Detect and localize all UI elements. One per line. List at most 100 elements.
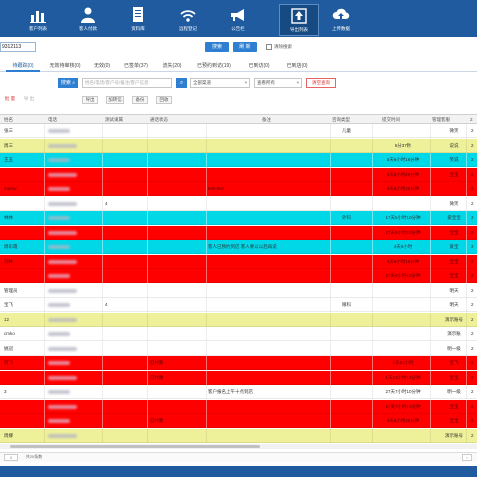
tab-signed[interactable]: 已签单(37) xyxy=(118,60,154,72)
id-search-input[interactable]: 9312113 xyxy=(0,42,36,52)
horizontal-scrollbar[interactable] xyxy=(0,444,477,449)
channel-select[interactable]: 全部渠道 xyxy=(190,78,250,88)
toolbar-item-remote[interactable]: 远程登记 xyxy=(168,4,208,36)
cell-divider xyxy=(330,240,331,254)
toolbar-item-payments[interactable]: 客人付款 xyxy=(68,4,108,36)
wifi-icon xyxy=(180,10,196,22)
table-row[interactable]: 周娜 演示账号 2 xyxy=(0,428,477,443)
phone-redacted xyxy=(48,303,70,307)
tab-lost[interactable]: 流失(20) xyxy=(158,60,186,72)
table-row[interactable]: 4 微笑 2 xyxy=(0,196,477,211)
transfer-button[interactable]: 加转信 xyxy=(106,96,124,104)
table-row[interactable]: 5天6小时26分钟 宝宝 2 xyxy=(0,167,477,182)
cell-divider xyxy=(430,298,431,312)
cell-type xyxy=(342,356,378,370)
export-button[interactable]: 导出 xyxy=(82,96,98,104)
cell-divider xyxy=(44,370,45,385)
cell-divider xyxy=(430,341,431,356)
table-row[interactable]: 张三 儿童 微笑 2 xyxy=(0,124,477,138)
toolbar-item-library[interactable]: 资料库 xyxy=(118,4,158,36)
owner-select[interactable]: 查看所有 xyxy=(254,78,302,88)
search-button[interactable]: 搜索 xyxy=(205,42,229,52)
toolbar-item-export[interactable]: 导出列表 xyxy=(279,4,319,36)
cell-owner: 宝宝 xyxy=(449,258,459,264)
cell-name xyxy=(4,226,44,240)
phone-redacted xyxy=(48,216,70,220)
table-row[interactable]: 17天5小时10分钟 宝宝 2 xyxy=(0,225,477,240)
table-row[interactable]: 周彩霞 客人已预约到店 客人要以以后再说 4天6小时 爱宝 2 xyxy=(0,240,477,254)
page-size-select[interactable]: 1 xyxy=(4,454,18,461)
tab-pending[interactable]: 待跟踪(0) xyxy=(6,60,40,72)
cell-name: 宝飞 xyxy=(4,302,13,307)
table-row[interactable]: mumu test test 5天6小时26分钟 2 xyxy=(0,182,477,196)
table-row[interactable]: 管理员 明天 2 xyxy=(0,283,477,298)
scrollbar-thumb[interactable] xyxy=(10,445,260,448)
pager-arrow-icon[interactable]: › xyxy=(462,454,472,461)
cell-amount xyxy=(105,269,145,283)
table-row[interactable]: 姚冠 明一级 2 xyxy=(0,341,477,356)
toolbar-item-upload-data[interactable]: 上传数据 xyxy=(321,4,361,36)
cell-divider xyxy=(147,356,148,370)
status-tabs: 待跟踪(0) 无效待审核(0) 无效(0) 已签单(37) 流失(20) 已预约… xyxy=(0,60,477,72)
filter-search-button[interactable]: 搜索 ⌕ xyxy=(58,78,78,88)
cell-name: 周娜 xyxy=(4,432,13,438)
table-row[interactable]: cmko 演示账 2 xyxy=(0,327,477,341)
table-row[interactable]: 3 客户报名上午十点到店 27天7小时10分钟 明一级 2 xyxy=(0,385,477,399)
reset-button[interactable]: 清空查询 xyxy=(306,78,336,88)
cell-time xyxy=(376,327,430,341)
table-row[interactable]: 12 演示账号 2 xyxy=(0,312,477,327)
clear-search-checkbox[interactable] xyxy=(266,44,272,50)
search-icon[interactable]: ⌕ xyxy=(176,78,187,88)
bulk-button[interactable]: 批 量 xyxy=(2,96,18,104)
table-row[interactable]: 27天7小时10分钟 宝宝 2 xyxy=(0,399,477,414)
cell-divider xyxy=(44,254,45,269)
cell-divider xyxy=(430,182,431,196)
toolbar-label: 公告栏 xyxy=(231,26,245,31)
tab-visited[interactable]: 已到访(0) xyxy=(242,60,276,72)
refresh-button[interactable]: 刷 新 xyxy=(233,42,257,52)
recycle-button[interactable]: 回收 xyxy=(156,96,172,104)
tab-arrived[interactable]: 已到店(0) xyxy=(280,60,314,72)
backup-button[interactable]: 备份 xyxy=(132,96,148,104)
cell-note xyxy=(208,429,328,443)
export-all-button[interactable]: 导 出 xyxy=(20,96,38,104)
phone-redacted xyxy=(48,390,70,394)
cell-divider xyxy=(430,240,431,254)
cell-divider xyxy=(102,254,103,269)
cell-type xyxy=(342,197,378,211)
table-row[interactable]: 已付款 1天21小时13分钟 宝宝 2 xyxy=(0,370,477,385)
keyword-input[interactable]: 姓名/电话/客户号/备注/客户信息 xyxy=(82,78,172,88)
cell-last: 2 xyxy=(471,200,474,206)
table-row[interactable]: 27天5小时10分钟 宝宝 2 xyxy=(0,269,477,283)
cell-divider xyxy=(147,370,148,385)
toolbar-item-notice[interactable]: 公告栏 xyxy=(218,4,258,36)
cell-divider xyxy=(147,153,148,167)
table-row[interactable]: 刘林 5天6小时16分钟 宝宝 2 xyxy=(0,254,477,269)
table-row[interactable]: 王五 5天6小时16分钟 笑说 2 xyxy=(0,153,477,167)
table-row[interactable]: 林林 外科 17天5小时10分钟 爱宝宝 2 xyxy=(0,211,477,225)
cell-last: 2 xyxy=(471,316,474,322)
toolbar-item-customer-list[interactable]: 客户列表 xyxy=(18,4,58,36)
cell-type: 眼科 xyxy=(342,302,351,307)
cell-amount xyxy=(105,327,145,341)
cell-divider xyxy=(430,385,431,399)
tab-booked[interactable]: 已预约到访(19) xyxy=(190,60,238,72)
cell-time xyxy=(376,429,430,443)
table-row[interactable]: 周三 6分37秒 说说 2 xyxy=(0,138,477,153)
phone-redacted xyxy=(48,245,70,249)
table-row[interactable]: 宝飞 4 眼科 明天 2 xyxy=(0,298,477,312)
cell-divider xyxy=(102,225,103,240)
tab-invalid-review[interactable]: 无效待审核(0) xyxy=(44,60,86,72)
upload-icon xyxy=(291,8,307,24)
cell-divider xyxy=(147,269,148,283)
cell-divider xyxy=(147,240,148,254)
cell-divider xyxy=(430,327,431,341)
cell-divider xyxy=(44,269,45,283)
cell-divider xyxy=(330,254,331,269)
tab-invalid[interactable]: 无效(0) xyxy=(90,60,114,72)
cell-last: 2 xyxy=(471,142,474,148)
cell-divider xyxy=(44,196,45,211)
table-row[interactable]: 何飞 已付款 1天21小时 宝飞 2 xyxy=(0,356,477,370)
cell-name: cmko xyxy=(4,331,15,336)
table-row[interactable]: 已付款 5天6小时26分钟 宝宝 2 xyxy=(0,414,477,428)
